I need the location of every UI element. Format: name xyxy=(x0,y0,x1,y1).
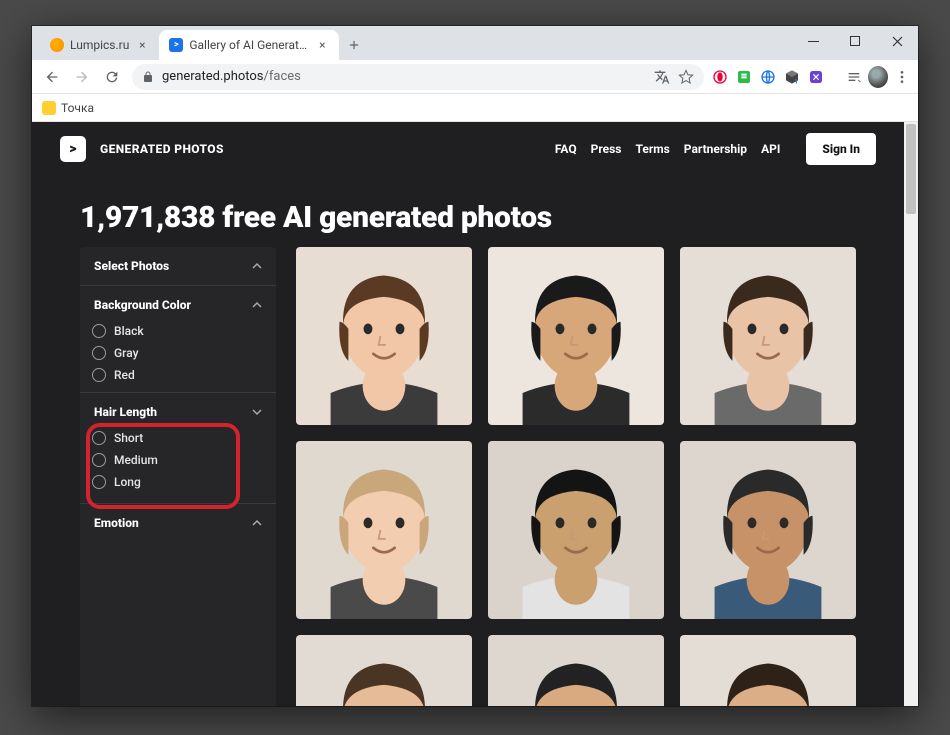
bookmark-favicon xyxy=(42,101,56,115)
ext-purple[interactable] xyxy=(806,67,826,87)
radio-icon xyxy=(92,453,106,467)
option-gray[interactable]: Gray xyxy=(92,346,264,360)
tab-generated-photos[interactable]: > Gallery of AI Generated Faces | G × xyxy=(159,30,339,60)
site-brand[interactable]: GENERATED PHOTOS xyxy=(100,142,224,156)
back-button[interactable] xyxy=(38,63,66,91)
face-thumbnail[interactable] xyxy=(296,441,472,619)
page-viewport: > GENERATED PHOTOS FAQ Press Terms Partn… xyxy=(32,122,918,706)
radio-icon xyxy=(92,431,106,445)
minimize-button[interactable] xyxy=(792,26,834,56)
vertical-scrollbar[interactable] xyxy=(904,122,918,706)
forward-button[interactable] xyxy=(68,63,96,91)
close-tab-icon[interactable]: × xyxy=(135,38,149,52)
face-thumbnail[interactable] xyxy=(680,247,856,425)
chevron-down-icon xyxy=(252,407,262,417)
extensions-row: 1 xyxy=(710,67,912,87)
svg-text:1: 1 xyxy=(795,78,798,84)
bg-color-options: Black Gray Red xyxy=(80,324,276,392)
nav-faq[interactable]: FAQ xyxy=(555,142,577,156)
face-thumbnail[interactable] xyxy=(680,635,856,706)
reload-button[interactable] xyxy=(98,63,126,91)
hero: 1,971,838 free AI generated photos xyxy=(32,176,904,247)
face-thumbnail[interactable] xyxy=(296,635,472,706)
radio-icon xyxy=(92,475,106,489)
page-title: 1,971,838 free AI generated photos xyxy=(80,200,856,235)
chevron-up-icon xyxy=(252,261,262,271)
ext-opera[interactable] xyxy=(710,67,730,87)
bookmarks-bar: Точка xyxy=(32,94,918,122)
new-tab-button[interactable] xyxy=(341,32,367,58)
close-tab-icon[interactable]: × xyxy=(315,38,329,52)
window-controls xyxy=(792,26,918,56)
bookmark-tochka[interactable]: Точка xyxy=(42,101,94,115)
tab-label: Gallery of AI Generated Faces | G xyxy=(189,38,309,52)
nav-press[interactable]: Press xyxy=(591,142,622,156)
ext-green[interactable] xyxy=(734,67,754,87)
face-thumbnail[interactable] xyxy=(680,441,856,619)
maximize-button[interactable] xyxy=(834,26,876,56)
main-content: Select Photos Background Color Black Gra… xyxy=(32,247,904,706)
page-content: > GENERATED PHOTOS FAQ Press Terms Partn… xyxy=(32,122,904,706)
nav-terms[interactable]: Terms xyxy=(635,142,669,156)
window-close-button[interactable] xyxy=(876,26,918,56)
radio-icon xyxy=(92,346,106,360)
scrollbar-thumb[interactable] xyxy=(906,124,916,214)
tab-label: Lumpics.ru xyxy=(70,38,129,52)
section-select-photos[interactable]: Select Photos xyxy=(80,247,276,285)
favicon-lumpics xyxy=(50,38,64,52)
nav-partnership[interactable]: Partnership xyxy=(684,142,747,156)
radio-icon xyxy=(92,368,106,382)
chevron-up-icon xyxy=(252,300,262,310)
filter-sidebar: Select Photos Background Color Black Gra… xyxy=(80,247,276,706)
tab-strip: Lumpics.ru × > Gallery of AI Generated F… xyxy=(32,26,918,60)
hair-length-options: Short Medium Long xyxy=(80,431,276,503)
face-thumbnail[interactable] xyxy=(488,441,664,619)
nav-api[interactable]: API xyxy=(761,142,780,156)
reading-list-icon[interactable] xyxy=(844,67,864,87)
browser-window: Lumpics.ru × > Gallery of AI Generated F… xyxy=(32,26,918,706)
address-bar: generated.photos/faces 1 xyxy=(32,60,918,94)
face-thumbnail[interactable] xyxy=(488,635,664,706)
chevron-up-icon xyxy=(252,518,262,528)
face-thumbnail[interactable] xyxy=(488,247,664,425)
radio-icon xyxy=(92,324,106,338)
photo-grid xyxy=(296,247,856,706)
omnibox[interactable]: generated.photos/faces xyxy=(132,64,704,90)
section-emotion[interactable]: Emotion xyxy=(80,504,276,542)
option-long[interactable]: Long xyxy=(92,475,264,489)
menu-button[interactable] xyxy=(892,67,912,87)
option-short[interactable]: Short xyxy=(92,431,264,445)
section-hair-length[interactable]: Hair Length xyxy=(80,393,276,431)
face-thumbnail[interactable] xyxy=(296,247,472,425)
lock-icon xyxy=(142,71,154,83)
tab-lumpics[interactable]: Lumpics.ru × xyxy=(40,30,159,60)
site-logo[interactable]: > xyxy=(60,136,86,162)
ext-globe[interactable] xyxy=(758,67,778,87)
site-header: > GENERATED PHOTOS FAQ Press Terms Partn… xyxy=(32,122,904,176)
star-icon[interactable] xyxy=(678,69,694,85)
option-black[interactable]: Black xyxy=(92,324,264,338)
profile-avatar[interactable] xyxy=(868,67,888,87)
sign-in-button[interactable]: Sign In xyxy=(806,133,876,165)
section-background-color[interactable]: Background Color xyxy=(80,286,276,324)
option-red[interactable]: Red xyxy=(92,368,264,382)
option-medium[interactable]: Medium xyxy=(92,453,264,467)
url-text: generated.photos/faces xyxy=(162,69,646,84)
ext-cube[interactable]: 1 xyxy=(782,67,802,87)
favicon-generated: > xyxy=(169,38,183,52)
translate-icon[interactable] xyxy=(654,69,670,85)
bookmark-label: Точка xyxy=(61,101,94,115)
